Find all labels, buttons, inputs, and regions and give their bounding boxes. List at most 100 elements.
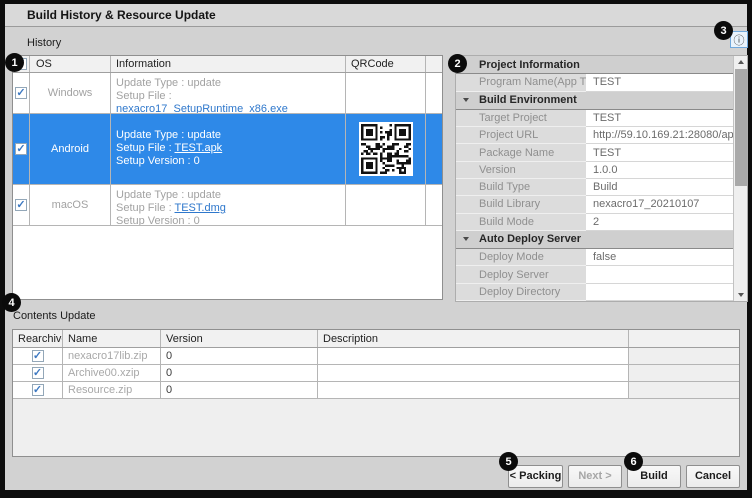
setup-file-link[interactable]: TEST.dmg xyxy=(175,202,226,214)
history-row-windows[interactable]: Windows Update Type : update Setup File … xyxy=(13,73,442,114)
contents-update-table: Rearchive Name Version Description nexac… xyxy=(12,329,740,457)
cancel-button[interactable]: Cancel xyxy=(686,465,740,488)
property-value[interactable]: 1.0.0 xyxy=(586,162,733,179)
property-label: Build Type xyxy=(456,179,586,196)
property-value[interactable]: nexacro17_20210107 xyxy=(586,196,733,213)
history-row-android[interactable]: Android Update Type : update Setup File … xyxy=(13,114,442,185)
property-label: Package Name xyxy=(456,144,586,161)
contents-version-cell: 0 xyxy=(161,365,318,381)
property-value[interactable] xyxy=(586,284,733,301)
contents-header-rearchive[interactable]: Rearchive xyxy=(13,330,63,347)
property-grid: Project Information Program Name(App Tit… xyxy=(456,56,733,301)
contents-name-cell: Archive00.xzip xyxy=(63,365,161,381)
information-cell: Update Type : update Setup File : nexacr… xyxy=(111,73,346,113)
annotation-badge-3: 3 xyxy=(714,21,733,40)
setup-version-text: Setup Version : 0 xyxy=(116,155,345,168)
property-value[interactable]: false xyxy=(586,249,733,266)
information-cell: Update Type : update Setup File : TEST.d… xyxy=(111,185,346,225)
info-icon[interactable]: ⓘ xyxy=(730,31,748,48)
annotation-badge-1: 1 xyxy=(5,53,24,72)
contents-header-row: Rearchive Name Version Description xyxy=(13,330,739,348)
property-group-project-information[interactable]: Project Information xyxy=(456,56,733,74)
property-row: Deploy Mode false xyxy=(456,249,733,266)
os-cell: macOS xyxy=(30,185,111,225)
property-value[interactable] xyxy=(586,266,733,283)
setup-version-text: Setup Version : 0 xyxy=(116,215,345,225)
row-checkbox[interactable] xyxy=(15,143,27,155)
contents-description-cell xyxy=(318,382,629,398)
contents-version-cell: 0 xyxy=(161,382,318,398)
property-label: Target Project xyxy=(456,110,586,127)
contents-description-cell xyxy=(318,365,629,381)
contents-version-cell: 0 xyxy=(161,348,318,364)
packing-button[interactable]: < Packing xyxy=(508,465,563,488)
contents-header-version[interactable]: Version xyxy=(161,330,318,347)
property-row: Target Project TEST xyxy=(456,110,733,127)
setup-file-link[interactable]: nexacro17_SetupRuntime_x86.exe xyxy=(116,103,288,113)
property-row: Build Mode 2 xyxy=(456,214,733,231)
history-header-row: OS Information QRCode xyxy=(13,56,442,73)
property-row: Deploy Directory xyxy=(456,284,733,301)
rearchive-checkbox[interactable] xyxy=(32,367,44,379)
property-group-label: Build Environment xyxy=(456,94,577,106)
qrcode-cell xyxy=(346,73,426,113)
history-header-filler xyxy=(426,56,442,72)
annotation-badge-2: 2 xyxy=(448,54,467,73)
setup-file-link[interactable]: TEST.apk xyxy=(175,142,223,154)
history-table: OS Information QRCode Windows Update Typ… xyxy=(12,55,443,300)
contents-row[interactable]: Archive00.xzip 0 xyxy=(13,365,739,382)
information-cell: Update Type : update Setup File : TEST.a… xyxy=(111,114,346,184)
property-row: Program Name(App Title) TEST xyxy=(456,74,733,91)
property-group-build-environment[interactable]: Build Environment xyxy=(456,92,733,110)
dialog-titlebar: Build History & Resource Update xyxy=(5,4,747,27)
contents-row[interactable]: nexacro17lib.zip 0 xyxy=(13,348,739,365)
os-cell: Windows xyxy=(30,73,111,113)
update-type-text: Update Type : update xyxy=(116,77,345,90)
property-value[interactable]: TEST xyxy=(586,144,733,161)
row-checkbox[interactable] xyxy=(15,199,27,211)
row-checkbox[interactable] xyxy=(15,87,27,99)
property-row: Build Type Build xyxy=(456,179,733,196)
setup-file-line: Setup File : TEST.apk xyxy=(116,142,345,155)
property-group-label: Project Information xyxy=(456,59,580,71)
property-label: Deploy Server xyxy=(456,266,586,283)
next-button[interactable]: Next > xyxy=(568,465,622,488)
scroll-up-arrow-icon[interactable] xyxy=(734,56,748,68)
property-row: Deploy Server xyxy=(456,266,733,283)
contents-row[interactable]: Resource.zip 0 xyxy=(13,382,739,399)
property-label: Deploy Mode xyxy=(456,249,586,266)
triangle-down-icon xyxy=(463,237,469,241)
annotation-badge-4: 4 xyxy=(2,293,21,312)
rearchive-checkbox[interactable] xyxy=(32,384,44,396)
update-type-text: Update Type : update xyxy=(116,189,345,202)
annotation-badge-6: 6 xyxy=(624,452,643,471)
property-scrollbar[interactable] xyxy=(733,56,747,301)
scroll-down-arrow-icon[interactable] xyxy=(734,289,748,301)
history-header-information[interactable]: Information xyxy=(111,56,346,72)
property-row: Project URL http://59.10.169.21:28080/ap… xyxy=(456,127,733,144)
contents-header-description[interactable]: Description xyxy=(318,330,629,347)
setup-file-line: Setup File : nexacro17_SetupRuntime_x86.… xyxy=(116,90,345,113)
history-row-macos[interactable]: macOS Update Type : update Setup File : … xyxy=(13,185,442,226)
contents-header-name[interactable]: Name xyxy=(63,330,161,347)
history-header-qrcode[interactable]: QRCode xyxy=(346,56,426,72)
property-group-auto-deploy-server[interactable]: Auto Deploy Server xyxy=(456,231,733,249)
property-row: Version 1.0.0 xyxy=(456,162,733,179)
property-value[interactable]: TEST xyxy=(586,110,733,127)
history-header-os[interactable]: OS xyxy=(30,56,111,72)
property-value[interactable]: http://59.10.169.21:28080/appbuil xyxy=(586,127,733,144)
contents-name-cell: nexacro17lib.zip xyxy=(63,348,161,364)
property-row: Package Name TEST xyxy=(456,144,733,161)
property-value[interactable]: TEST xyxy=(586,74,733,91)
qrcode-cell xyxy=(346,185,426,225)
triangle-down-icon xyxy=(463,98,469,102)
project-properties-panel: Project Information Program Name(App Tit… xyxy=(455,55,748,302)
property-value[interactable]: Build xyxy=(586,179,733,196)
rearchive-checkbox[interactable] xyxy=(32,350,44,362)
scrollbar-thumb[interactable] xyxy=(735,69,747,186)
property-group-label: Auto Deploy Server xyxy=(456,233,581,245)
property-value[interactable]: 2 xyxy=(586,214,733,231)
history-section-label: History xyxy=(27,37,61,49)
property-row: Build Library nexacro17_20210107 xyxy=(456,196,733,213)
update-type-text: Update Type : update xyxy=(116,129,345,142)
